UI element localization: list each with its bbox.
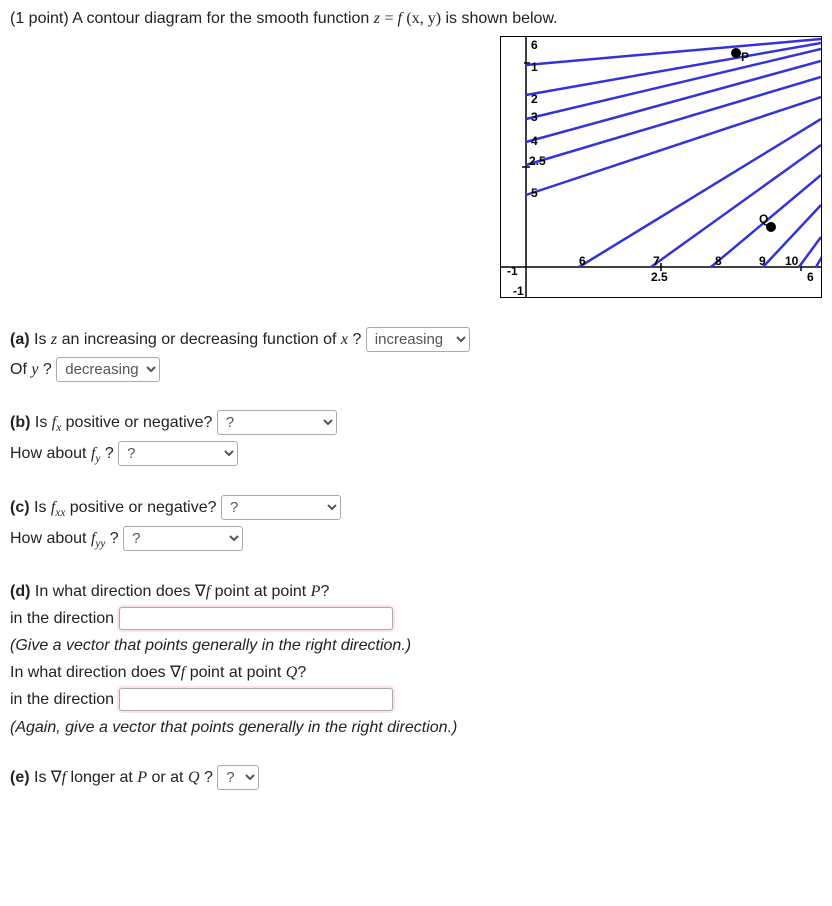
svg-text:4: 4 xyxy=(531,134,538,148)
eq-equals: = xyxy=(384,10,397,27)
a-qmark: ? xyxy=(352,331,365,348)
svg-text:2.5: 2.5 xyxy=(651,270,668,284)
c-text1: Is xyxy=(34,499,51,516)
part-a-label: (a) xyxy=(10,331,30,348)
b-fx: fx xyxy=(52,414,61,431)
d-q1: ? xyxy=(320,583,329,600)
b-select-fy[interactable]: ? positive negative xyxy=(118,441,238,466)
d-q2: ? xyxy=(297,664,306,681)
a-text2: an increasing or decreasing function of xyxy=(62,331,341,348)
c-text2: positive or negative? xyxy=(70,499,221,516)
part-e: (e) Is ∇f longer at P or at Q ? ? P Q xyxy=(10,763,822,793)
a-y: y xyxy=(31,361,38,378)
a-z: z xyxy=(51,331,57,348)
svg-text:3: 3 xyxy=(531,110,538,124)
e-q: ? xyxy=(204,769,217,786)
svg-text:7: 7 xyxy=(653,254,660,268)
d-dir1: in the direction xyxy=(10,610,119,627)
c-fxx: fxx xyxy=(51,499,65,516)
b-text3: How about xyxy=(10,445,91,462)
svg-text:8: 8 xyxy=(715,254,722,268)
svg-text:10: 10 xyxy=(785,254,799,268)
part-d: (d) In what direction does ∇f point at p… xyxy=(10,578,822,741)
b-text1: Is xyxy=(35,414,52,431)
d-text2b: point at point xyxy=(190,664,286,681)
svg-text:6: 6 xyxy=(807,270,814,284)
eq-args: (x, y) xyxy=(406,10,441,27)
d-input-P[interactable] xyxy=(119,607,393,630)
svg-text:5: 5 xyxy=(531,186,538,200)
svg-text:Q: Q xyxy=(759,212,768,226)
d-nabla2: ∇ xyxy=(170,664,181,681)
d-Q: Q xyxy=(286,664,298,681)
a-text1: Is xyxy=(34,331,51,348)
a-select-x[interactable]: ? increasing decreasing xyxy=(366,327,470,352)
b-qmark: ? xyxy=(105,445,118,462)
svg-text:2: 2 xyxy=(531,92,538,106)
d-text2: point at point xyxy=(215,583,311,600)
b-fy: fy xyxy=(91,445,100,462)
svg-text:2.5: 2.5 xyxy=(529,154,546,168)
contour-diagram: 6 1 2 3 4 2.5 5 -1 6 7 2.5 8 9 10 6 -1 P… xyxy=(500,36,822,298)
part-b-label: (b) xyxy=(10,414,30,431)
part-b: (b) Is fx positive or negative? ? positi… xyxy=(10,408,822,471)
question-header: (1 point) A contour diagram for the smoo… xyxy=(10,10,822,28)
d-text3: In what direction does xyxy=(10,664,170,681)
svg-text:-1: -1 xyxy=(513,284,524,297)
e-f: f xyxy=(62,769,66,786)
d-P: P xyxy=(311,583,321,600)
b-text2: positive or negative? xyxy=(66,414,217,431)
d-dir2: in the direction xyxy=(10,691,119,708)
svg-text:-1: -1 xyxy=(507,264,518,278)
e-text1: Is xyxy=(34,769,51,786)
e-Q: Q xyxy=(188,769,200,786)
eq-f: f xyxy=(397,10,401,27)
svg-text:P: P xyxy=(741,50,749,64)
d-f2: f xyxy=(181,664,185,681)
part-c-label: (c) xyxy=(10,499,30,516)
c-qmark: ? xyxy=(110,530,123,547)
e-text2: longer at xyxy=(71,769,138,786)
c-select-fyy[interactable]: ? positive negative xyxy=(123,526,243,551)
d-hint2: (Again, give a vector that points genera… xyxy=(10,719,457,736)
d-input-Q[interactable] xyxy=(119,688,393,711)
a-qmark2: ? xyxy=(43,361,56,378)
svg-text:6: 6 xyxy=(579,254,586,268)
d-f1: f xyxy=(206,583,210,600)
part-d-label: (d) xyxy=(10,583,30,600)
svg-text:1: 1 xyxy=(531,60,538,74)
e-nabla: ∇ xyxy=(51,769,62,786)
eq-z: z xyxy=(374,10,380,27)
c-text3: How about xyxy=(10,530,91,547)
c-fyy: fyy xyxy=(91,530,105,547)
c-select-fxx[interactable]: ? positive negative xyxy=(221,495,341,520)
e-text3: or at xyxy=(151,769,187,786)
a-text3: Of xyxy=(10,361,31,378)
svg-text:9: 9 xyxy=(759,254,766,268)
a-x: x xyxy=(341,331,348,348)
part-c: (c) Is fxx positive or negative? ? posit… xyxy=(10,493,822,556)
header-tail: is shown below. xyxy=(446,10,558,27)
a-select-y[interactable]: ? increasing decreasing xyxy=(56,357,160,382)
d-text1: In what direction does xyxy=(35,583,195,600)
d-hint1: (Give a vector that points generally in … xyxy=(10,637,411,654)
svg-text:6: 6 xyxy=(531,38,538,52)
e-P: P xyxy=(137,769,147,786)
e-select[interactable]: ? P Q xyxy=(217,765,259,790)
d-nabla1: ∇ xyxy=(195,583,206,600)
part-e-label: (e) xyxy=(10,769,30,786)
part-a: (a) Is z an increasing or decreasing fun… xyxy=(10,325,822,386)
points-prefix: (1 point) A contour diagram for the smoo… xyxy=(10,10,374,27)
b-select-fx[interactable]: ? positive negative xyxy=(217,410,337,435)
